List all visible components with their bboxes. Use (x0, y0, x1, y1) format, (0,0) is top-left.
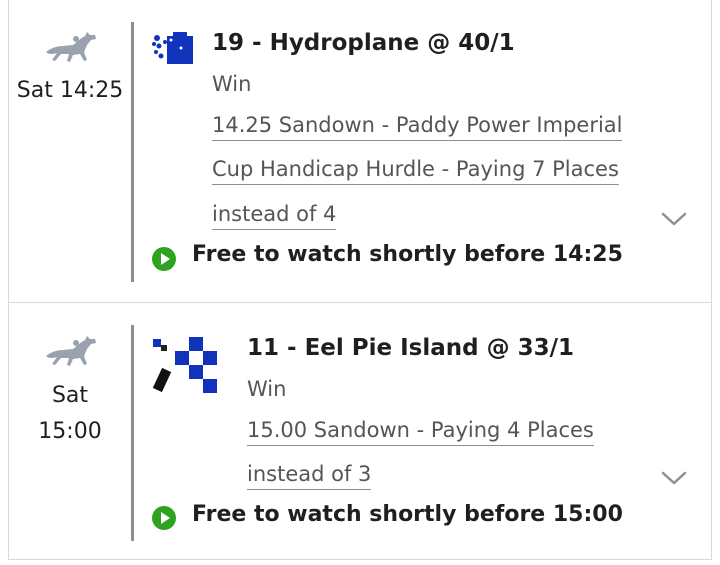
watch-stream-text[interactable]: Free to watch shortly before 14:25 (192, 242, 623, 267)
play-icon[interactable] (151, 505, 177, 531)
market-link-line-1[interactable]: 15.00 Sandown - Paying 4 Places (247, 416, 594, 446)
race-time-column: Sat 15:00 (9, 303, 131, 559)
chevron-down-icon[interactable] (660, 210, 688, 228)
market-link-line-2[interactable]: instead of 3 (247, 460, 372, 490)
chevron-down-icon[interactable] (660, 469, 688, 487)
race-time: Sat 14:25 (16, 78, 124, 103)
bet-type: Win (212, 72, 252, 96)
race-day: Sat (51, 383, 89, 408)
horse-racing-icon (46, 32, 96, 62)
market-link-line-2[interactable]: Cup Handicap Hurdle - Paying 7 Places (212, 155, 619, 185)
vertical-divider (131, 22, 134, 282)
market-link-line-1[interactable]: 14.25 Sandown - Paddy Power Imperial (212, 111, 623, 141)
vertical-divider (131, 325, 134, 541)
bet-card-1: Sat 14:25 19 - Hydroplane @ 40/1 Win 14.… (8, 0, 712, 303)
race-time-column: Sat 14:25 (9, 0, 131, 302)
jockey-silk-icon (152, 337, 217, 393)
jockey-silk-icon (152, 32, 193, 64)
market-link-line-3[interactable]: instead of 4 (212, 200, 337, 230)
watch-stream-text[interactable]: Free to watch shortly before 15:00 (192, 502, 623, 527)
race-time: 15:00 (38, 419, 102, 444)
play-icon[interactable] (151, 246, 177, 272)
horse-racing-icon (46, 336, 96, 366)
bet-card-2: Sat 15:00 11 - Eel Pie Island @ 33/1 Win… (8, 302, 712, 560)
bet-type: Win (247, 377, 287, 401)
selection-title[interactable]: 11 - Eel Pie Island @ 33/1 (247, 335, 574, 361)
selection-title[interactable]: 19 - Hydroplane @ 40/1 (212, 30, 515, 56)
